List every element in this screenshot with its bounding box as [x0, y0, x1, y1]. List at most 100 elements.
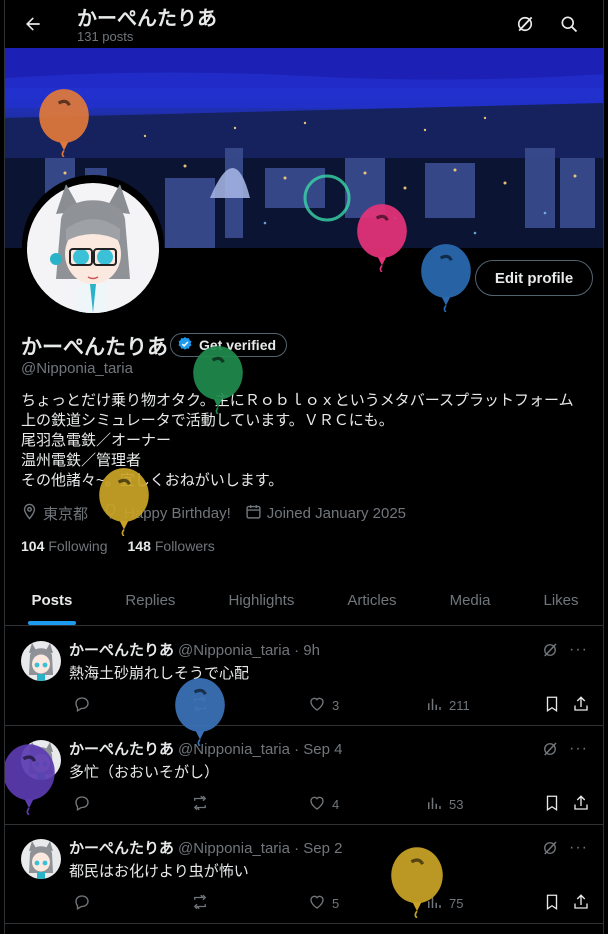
post-actions: 4 53 — [69, 794, 599, 814]
bookmark-button[interactable] — [543, 893, 561, 914]
like-count: 5 — [332, 896, 340, 911]
like-button[interactable]: 5 — [308, 893, 339, 914]
profile-handle: @Nipponia_taria — [21, 360, 133, 377]
bookmark-icon — [543, 893, 561, 914]
tab-likes[interactable]: Likes — [517, 575, 603, 625]
share-button[interactable] — [572, 695, 590, 716]
location-text: 東京都 — [43, 506, 89, 523]
reply-button[interactable] — [73, 695, 91, 716]
reply-button[interactable] — [73, 794, 91, 815]
profile-page: かーぺんたりあ 131 posts Edit profile かーぺんたりあ G… — [4, 0, 604, 934]
edit-profile-button[interactable]: Edit profile — [475, 260, 593, 296]
tab-highlights[interactable]: Highlights — [202, 575, 321, 625]
post-author-name[interactable]: かーぺんたりあ — [69, 840, 174, 857]
post[interactable]: かーぺんたりあ @Nipponia_taria · Sep 2 都民はお化けより虫… — [5, 825, 603, 924]
post-count: 131 posts — [77, 29, 134, 44]
bio-line: 尾羽急電鉄／オーナー — [21, 432, 172, 449]
following-count: 104 — [21, 538, 45, 554]
heart-icon — [308, 893, 326, 914]
reply-icon — [73, 794, 91, 815]
views-icon — [425, 695, 443, 716]
profile-avatar[interactable] — [22, 175, 164, 317]
bookmark-icon — [543, 794, 561, 815]
post-handle-time[interactable]: @Nipponia_taria · 9h — [178, 642, 320, 659]
repost-button[interactable] — [191, 794, 209, 815]
share-button[interactable] — [572, 794, 590, 815]
grok-icon[interactable] — [513, 12, 537, 36]
repost-icon — [191, 893, 209, 914]
bookmark-button[interactable] — [543, 695, 561, 716]
more-options-icon[interactable]: ··· — [569, 641, 588, 659]
heart-icon — [308, 794, 326, 815]
post-actions: 3 211 — [69, 695, 599, 715]
like-button[interactable]: 4 — [308, 794, 339, 815]
balloon-icon — [37, 88, 91, 162]
share-icon — [572, 893, 590, 914]
joined-text: Joined January 2025 — [266, 505, 407, 522]
reply-icon — [73, 893, 91, 914]
view-count: 211 — [449, 698, 470, 713]
share-icon — [572, 794, 590, 815]
more-options-icon[interactable]: ··· — [569, 740, 588, 758]
tab-replies[interactable]: Replies — [99, 575, 202, 625]
post-text: 都民はお化けより虫が怖い — [69, 863, 249, 880]
post[interactable]: かーぺんたりあ @Nipponia_taria · Sep 4 多忙（おおいそがし… — [5, 726, 603, 825]
more-options-icon[interactable]: ··· — [569, 839, 588, 857]
balloon-icon — [389, 846, 445, 923]
post-author-name[interactable]: かーぺんたりあ — [69, 741, 174, 758]
tab-media[interactable]: Media — [423, 575, 517, 625]
bookmark-icon — [543, 695, 561, 716]
bio-line: ちょっとだけ乗り物オタク。主にＲｏｂｌｏｘというメタバースプラットフォーム — [21, 392, 574, 409]
tab-articles[interactable]: Articles — [321, 575, 423, 625]
repost-button[interactable] — [191, 893, 209, 914]
post-handle-time[interactable]: @Nipponia_taria · Sep 2 — [178, 840, 343, 857]
followers-label: Followers — [154, 538, 215, 554]
share-button[interactable] — [572, 893, 590, 914]
bio-line: 上の鉄道シミュレータで活動しています。ＶＲＣにも。 — [21, 412, 394, 429]
post-author-name[interactable]: かーぺんたりあ — [69, 642, 174, 659]
heart-icon — [308, 695, 326, 716]
like-count: 3 — [332, 698, 340, 713]
back-arrow-icon[interactable] — [19, 10, 47, 38]
search-icon[interactable] — [557, 12, 581, 36]
bookmark-button[interactable] — [543, 794, 561, 815]
post-text: 多忙（おおいそがし） — [69, 764, 220, 781]
location-item: 東京都 — [21, 503, 88, 524]
calendar-icon — [245, 503, 262, 524]
share-icon — [572, 695, 590, 716]
grok-icon[interactable] — [541, 641, 559, 664]
balloon-icon — [173, 677, 227, 751]
balloon-icon — [5, 743, 57, 820]
views-button[interactable]: 211 — [425, 695, 470, 716]
post-avatar[interactable] — [21, 641, 61, 681]
grok-icon[interactable] — [541, 839, 559, 862]
profile-tabs: Posts Replies Highlights Articles Media … — [5, 575, 603, 626]
joined-item: Joined January 2025 — [245, 503, 406, 524]
post-header: かーぺんたりあ @Nipponia_taria · 9h — [69, 639, 320, 660]
balloon-icon — [355, 203, 409, 277]
like-count: 4 — [332, 797, 340, 812]
views-icon — [425, 794, 443, 815]
reply-button[interactable] — [73, 893, 91, 914]
profile-name: かーぺんたりあ — [21, 336, 168, 359]
location-pin-icon — [21, 503, 38, 524]
post-actions: 5 75 — [69, 893, 599, 913]
like-button[interactable]: 3 — [308, 695, 339, 716]
grok-icon[interactable] — [541, 740, 559, 763]
view-count: 53 — [449, 797, 464, 812]
balloon-icon — [97, 467, 151, 541]
post[interactable]: かーぺんたりあ @Nipponia_taria · 9h 熱海土砂崩れしそうで心配… — [5, 627, 603, 726]
following-link[interactable]: 104 Following — [21, 538, 108, 554]
view-count: 75 — [449, 896, 464, 911]
views-button[interactable]: 53 — [425, 794, 463, 815]
post-header: かーぺんたりあ @Nipponia_taria · Sep 2 — [69, 837, 343, 858]
top-bar: かーぺんたりあ 131 posts — [5, 0, 603, 48]
repost-icon — [191, 794, 209, 815]
post-avatar[interactable] — [21, 839, 61, 879]
page-title: かーぺんたりあ — [77, 8, 217, 30]
profile-meta: 東京都 Happy Birthday! Joined January 2025 — [21, 503, 420, 524]
reply-icon — [73, 695, 91, 716]
balloon-icon — [191, 345, 245, 419]
tab-posts[interactable]: Posts — [5, 575, 99, 625]
balloon-icon — [419, 243, 473, 317]
